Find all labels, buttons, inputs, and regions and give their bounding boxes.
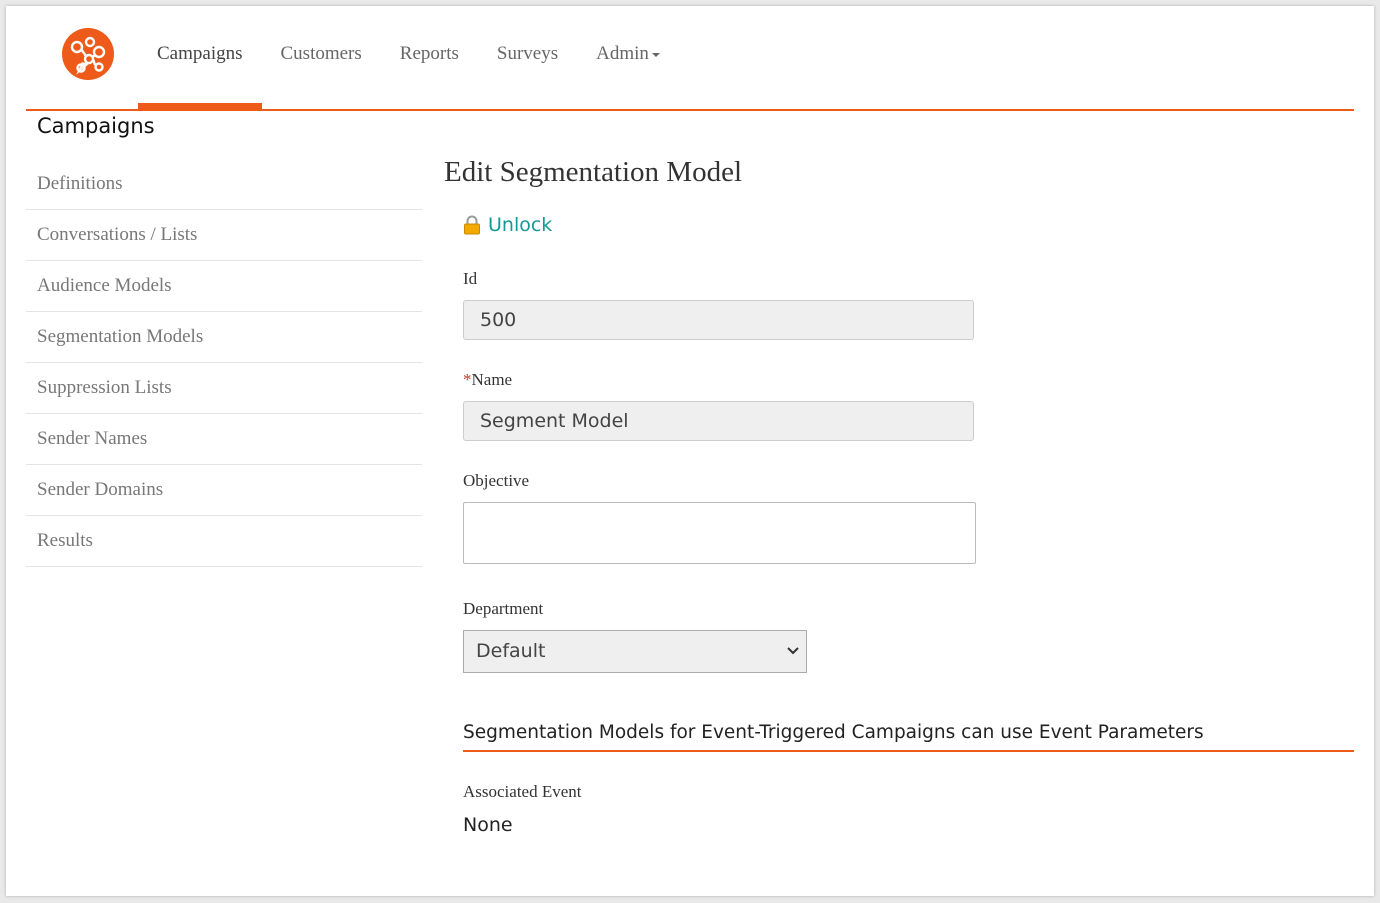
sidebar-title: Campaigns — [37, 114, 155, 138]
objective-textarea[interactable] — [463, 502, 976, 564]
required-marker: * — [463, 370, 472, 389]
app-window: Campaigns Customers Reports Surveys Admi… — [6, 6, 1374, 896]
sidebar-item-results[interactable]: Results — [26, 516, 422, 567]
associated-event-value: None — [463, 814, 513, 836]
department-select-value: Default — [476, 640, 546, 662]
name-field[interactable]: Segment Model — [463, 401, 974, 441]
id-field[interactable]: 500 — [463, 300, 974, 340]
sidebar-item-segmentation-models[interactable]: Segmentation Models — [26, 312, 422, 363]
department-label: Department — [463, 599, 544, 618]
main-nav: Campaigns Customers Reports Surveys Admi… — [138, 6, 679, 111]
top-navbar: Campaigns Customers Reports Surveys Admi… — [26, 6, 1354, 111]
nav-campaigns[interactable]: Campaigns — [138, 6, 262, 111]
name-label: *Name — [463, 370, 513, 389]
nav-reports[interactable]: Reports — [381, 6, 478, 109]
caret-down-icon — [651, 52, 660, 57]
page-title: Edit Segmentation Model — [444, 156, 743, 188]
lock-icon — [464, 215, 480, 235]
unlock-link[interactable]: Unlock — [463, 214, 552, 236]
nav-surveys[interactable]: Surveys — [478, 6, 577, 109]
objective-label: Objective — [463, 471, 530, 490]
nav-customers[interactable]: Customers — [262, 6, 381, 109]
sidebar-item-definitions[interactable]: Definitions — [26, 159, 422, 210]
sidebar: Definitions Conversations / Lists Audien… — [26, 159, 422, 567]
associated-event-label: Associated Event — [463, 782, 582, 801]
sidebar-item-suppression-lists[interactable]: Suppression Lists — [26, 363, 422, 414]
sidebar-item-sender-names[interactable]: Sender Names — [26, 414, 422, 465]
department-select[interactable]: Default — [463, 630, 807, 673]
unlock-label[interactable]: Unlock — [488, 214, 552, 236]
sidebar-item-audience-models[interactable]: Audience Models — [26, 261, 422, 312]
nav-admin[interactable]: Admin — [577, 6, 679, 109]
network-nodes-icon[interactable] — [62, 28, 114, 80]
sidebar-item-conversations-lists[interactable]: Conversations / Lists — [26, 210, 422, 261]
sidebar-item-sender-domains[interactable]: Sender Domains — [26, 465, 422, 516]
event-params-heading: Segmentation Models for Event-Triggered … — [463, 722, 1354, 752]
chevron-down-icon — [787, 647, 799, 655]
id-label: Id — [463, 269, 478, 288]
